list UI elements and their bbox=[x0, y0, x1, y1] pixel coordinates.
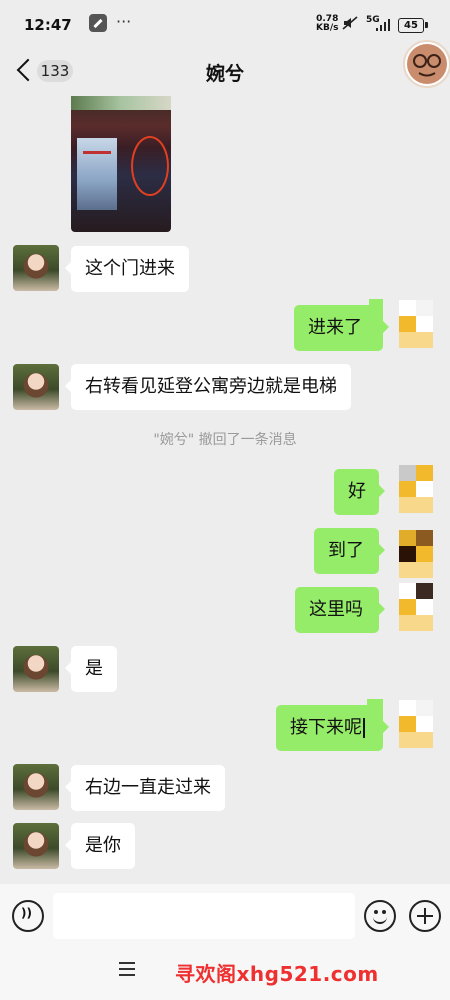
contact-avatar[interactable] bbox=[13, 245, 59, 291]
network-speed: 0.78 KB/s bbox=[316, 15, 338, 33]
contact-avatar[interactable] bbox=[13, 646, 59, 692]
status-time: 12:47 bbox=[24, 16, 72, 34]
battery-indicator: 45 bbox=[398, 18, 428, 33]
menu-icon[interactable] bbox=[119, 962, 135, 976]
plus-icon[interactable] bbox=[409, 900, 441, 932]
text-cursor bbox=[363, 718, 365, 738]
image-shop-sign bbox=[71, 96, 171, 110]
self-avatar[interactable] bbox=[399, 583, 433, 631]
chat-title: 婉兮 bbox=[205, 63, 244, 85]
floating-contact-avatar[interactable] bbox=[403, 40, 450, 88]
self-avatar[interactable] bbox=[399, 300, 433, 348]
self-avatar[interactable] bbox=[399, 700, 433, 748]
image-circle-annotation bbox=[131, 136, 169, 196]
contact-avatar[interactable] bbox=[13, 764, 59, 810]
self-avatar[interactable] bbox=[399, 465, 433, 513]
contact-avatar[interactable] bbox=[13, 364, 59, 410]
message-bubble-incoming[interactable]: 是你 bbox=[65, 823, 135, 869]
contact-avatar[interactable] bbox=[13, 823, 59, 869]
self-avatar[interactable] bbox=[399, 530, 433, 578]
watermark-text: 寻欢阁xhg521.com bbox=[175, 962, 379, 986]
emoji-icon[interactable] bbox=[364, 900, 396, 932]
wrench-icon bbox=[89, 14, 107, 32]
message-bubble-outgoing[interactable]: 好 bbox=[334, 469, 385, 515]
message-bubble-outgoing[interactable]: 接下来呢 bbox=[276, 705, 389, 751]
image-message[interactable] bbox=[71, 96, 171, 232]
mute-icon bbox=[342, 16, 358, 30]
message-bubble-incoming[interactable]: 右边一直走过来 bbox=[65, 765, 225, 811]
signal-bars-icon bbox=[376, 19, 390, 31]
network-speed-unit: KB/s bbox=[316, 23, 339, 33]
recall-notice: "婉兮" 撤回了一条消息 bbox=[153, 432, 297, 448]
message-input[interactable] bbox=[53, 893, 355, 939]
message-bubble-incoming[interactable]: 右转看见延登公寓旁边就是电梯 bbox=[65, 364, 351, 410]
cartoon-face-icon bbox=[407, 44, 447, 84]
message-bubble-outgoing[interactable]: 进来了 bbox=[294, 305, 389, 351]
voice-icon[interactable]: )) bbox=[12, 900, 44, 932]
image-shop-panel bbox=[77, 138, 117, 210]
more-status-icon: ··· bbox=[116, 12, 132, 31]
message-bubble-incoming[interactable]: 是 bbox=[65, 646, 117, 692]
image-red-strip bbox=[83, 151, 111, 154]
message-text: 接下来呢 bbox=[290, 717, 362, 738]
message-bubble-outgoing[interactable]: 这里吗 bbox=[295, 587, 385, 633]
status-bar: 12:47 ··· 0.78 KB/s 5G 45 bbox=[0, 0, 450, 48]
message-bubble-outgoing[interactable]: 到了 bbox=[314, 528, 385, 574]
message-bubble-incoming[interactable]: 这个门进来 bbox=[65, 246, 189, 292]
